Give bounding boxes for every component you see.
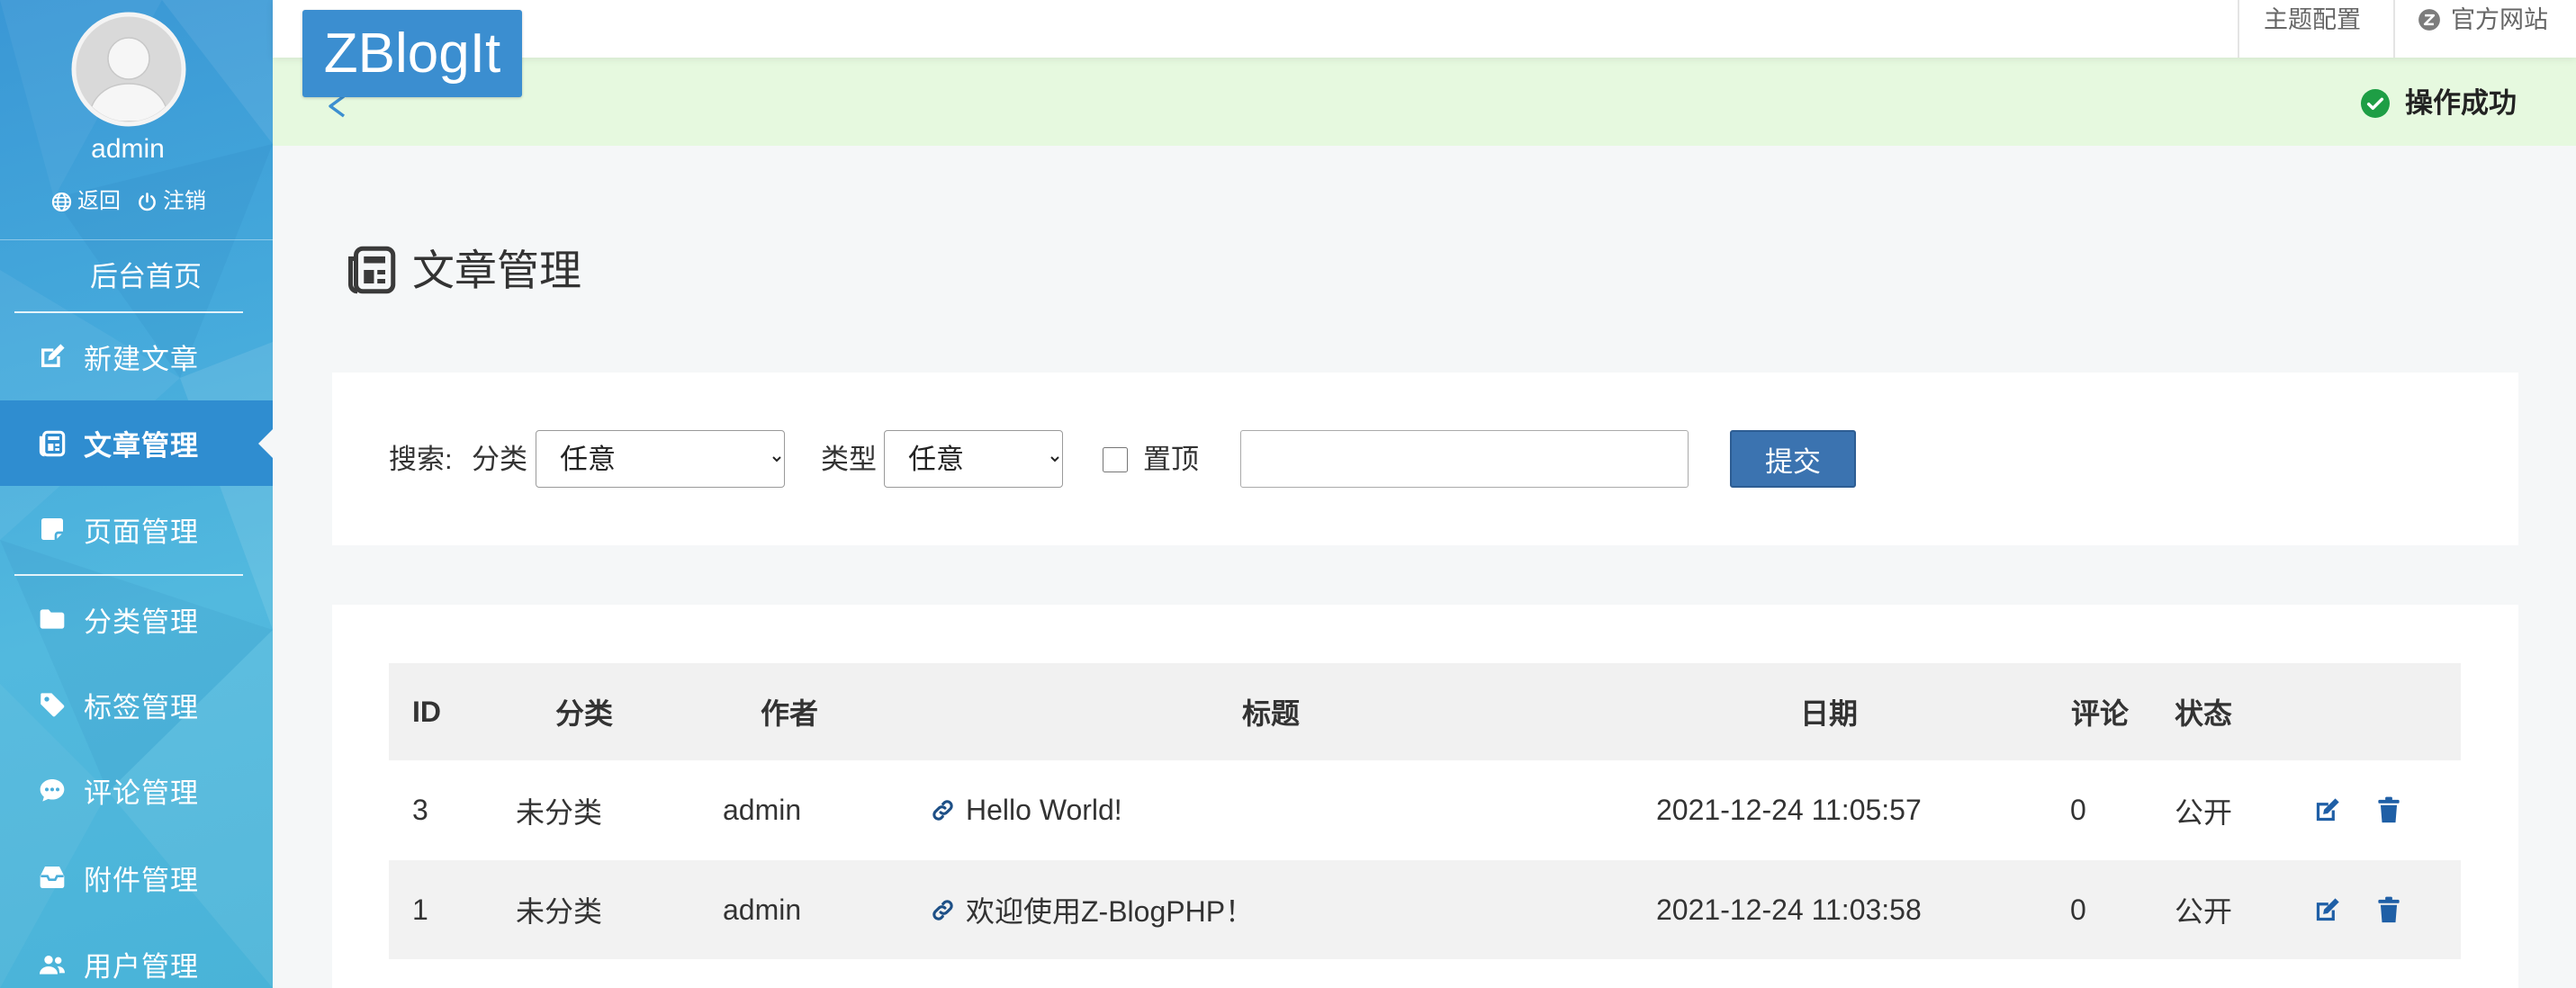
cell-category: 未分类 bbox=[516, 895, 603, 928]
search-label: 搜索: bbox=[389, 444, 453, 475]
check-circle-icon bbox=[2361, 89, 2390, 118]
article-title-link[interactable]: 欢迎使用Z-BlogPHP！ bbox=[966, 889, 1254, 930]
success-notice: 操作成功 bbox=[273, 58, 2576, 146]
sticky-label: 置顶 bbox=[1143, 444, 1199, 475]
link-icon[interactable] bbox=[930, 897, 956, 923]
trash-icon[interactable] bbox=[2377, 860, 2400, 959]
column-header-status: 状态 bbox=[2175, 697, 2233, 730]
article-icon bbox=[348, 246, 396, 294]
sidebar-item-new-article[interactable]: 新建文章 bbox=[0, 313, 273, 400]
sidebar-item-tags[interactable]: 标签管理 bbox=[0, 661, 273, 748]
back-link[interactable]: 返回 bbox=[51, 189, 121, 214]
sidebar-item-label: 附件管理 bbox=[84, 864, 199, 896]
cell-status: 公开 bbox=[2175, 895, 2233, 928]
sidebar-item-label: 文章管理 bbox=[84, 430, 199, 462]
cell-title: 欢迎使用Z-BlogPHP！ bbox=[930, 860, 1254, 959]
sidebar-divider bbox=[0, 239, 273, 240]
article-table: ID 分类 作者 标题 日期 评论 状态 3 未分类 admin Hello W… bbox=[389, 663, 2461, 959]
sidebar-item-label: 页面管理 bbox=[84, 516, 199, 548]
attachment-icon bbox=[38, 863, 67, 892]
cell-comments: 0 bbox=[2070, 794, 2086, 826]
article-icon bbox=[38, 429, 67, 458]
table-row: 1 未分类 admin 欢迎使用Z-BlogPHP！ 2021-12-24 11… bbox=[389, 860, 2461, 959]
power-icon bbox=[139, 192, 156, 211]
top-bar-separator bbox=[2393, 0, 2395, 58]
cell-id: 3 bbox=[412, 794, 428, 826]
table-header-row: ID 分类 作者 标题 日期 评论 状态 bbox=[389, 663, 2461, 760]
cell-author: admin bbox=[723, 893, 802, 926]
article-title-link[interactable]: Hello World! bbox=[966, 794, 1122, 827]
edit-icon bbox=[38, 342, 67, 371]
category-select[interactable]: 任意 bbox=[536, 430, 785, 488]
sidebar-item-label: 分类管理 bbox=[84, 606, 199, 638]
column-header-author: 作者 bbox=[761, 697, 819, 730]
sidebar-item-label: 用户管理 bbox=[84, 951, 199, 983]
sidebar-item-pages[interactable]: 页面管理 bbox=[0, 486, 273, 572]
column-header-category: 分类 bbox=[555, 697, 614, 730]
user-links: 返回 注销 bbox=[51, 189, 206, 214]
sidebar-item-dashboard[interactable]: 后台首页 bbox=[90, 260, 202, 294]
cell-category: 未分类 bbox=[516, 795, 603, 829]
cell-date: 2021-12-24 11:03:58 bbox=[1656, 893, 1922, 926]
top-bar: 主题配置 官方网站 bbox=[273, 0, 2576, 58]
official-site-link[interactable]: 官方网站 bbox=[2451, 0, 2548, 40]
avatar[interactable] bbox=[71, 12, 186, 127]
cell-id: 1 bbox=[412, 893, 428, 926]
sidebar-item-users[interactable]: 用户管理 bbox=[0, 921, 273, 988]
cell-comments: 0 bbox=[2070, 893, 2086, 926]
column-header-date: 日期 bbox=[1800, 697, 1859, 730]
page-icon bbox=[38, 515, 67, 543]
site-logo[interactable]: ZBlogIt bbox=[302, 10, 522, 97]
sticky-checkbox[interactable] bbox=[1103, 447, 1128, 472]
search-panel: 搜索: 分类 任意 类型 任意 置顶 提交 bbox=[332, 373, 2518, 545]
link-icon[interactable] bbox=[930, 797, 956, 823]
sidebar-item-label: 新建文章 bbox=[84, 343, 199, 375]
notice-message: 操作成功 bbox=[2405, 87, 2517, 119]
keyword-input[interactable] bbox=[1240, 430, 1689, 488]
edit-icon[interactable] bbox=[2313, 760, 2341, 860]
sidebar-item-categories[interactable]: 分类管理 bbox=[0, 576, 273, 662]
column-header-id: ID bbox=[412, 695, 441, 728]
logout-label: 注销 bbox=[163, 189, 206, 213]
sidebar: admin 返回 注销 后台首页 新建文章 文章管理 页面管理 分类管理 标签管… bbox=[0, 0, 273, 988]
users-icon bbox=[38, 950, 67, 979]
tag-icon bbox=[38, 690, 67, 719]
edit-icon[interactable] bbox=[2313, 860, 2341, 959]
folder-icon bbox=[38, 605, 67, 633]
column-header-comments: 评论 bbox=[2071, 697, 2130, 730]
cell-author: admin bbox=[723, 794, 802, 826]
trash-icon[interactable] bbox=[2377, 760, 2400, 860]
sidebar-item-attachments[interactable]: 附件管理 bbox=[0, 834, 273, 921]
active-indicator bbox=[258, 428, 273, 458]
sidebar-item-label: 评论管理 bbox=[84, 777, 199, 809]
sidebar-item-articles[interactable]: 文章管理 bbox=[0, 400, 273, 486]
sidebar-item-comments[interactable]: 评论管理 bbox=[0, 747, 273, 833]
top-bar-separator bbox=[2238, 0, 2239, 58]
cell-date: 2021-12-24 11:05:57 bbox=[1656, 794, 1922, 826]
cell-status: 公开 bbox=[2175, 795, 2233, 829]
zblog-logo-icon bbox=[2418, 9, 2440, 31]
column-header-title: 标题 bbox=[1242, 697, 1301, 730]
logout-link[interactable]: 注销 bbox=[137, 189, 206, 214]
type-select[interactable]: 任意 bbox=[884, 430, 1063, 488]
chevron-left-icon[interactable] bbox=[325, 94, 348, 119]
type-filter-label: 类型 bbox=[821, 444, 877, 475]
comment-icon bbox=[38, 776, 67, 804]
cell-title: Hello World! bbox=[930, 760, 1122, 860]
theme-config-link[interactable]: 主题配置 bbox=[2264, 0, 2361, 40]
globe-icon bbox=[51, 192, 72, 211]
page-title: 文章管理 bbox=[412, 247, 581, 294]
username: admin bbox=[91, 134, 165, 164]
back-label: 返回 bbox=[77, 189, 121, 213]
sidebar-item-label: 标签管理 bbox=[84, 691, 199, 723]
submit-button[interactable]: 提交 bbox=[1730, 430, 1856, 488]
table-row: 3 未分类 admin Hello World! 2021-12-24 11:0… bbox=[389, 760, 2461, 860]
category-filter-label: 分类 bbox=[472, 444, 527, 475]
